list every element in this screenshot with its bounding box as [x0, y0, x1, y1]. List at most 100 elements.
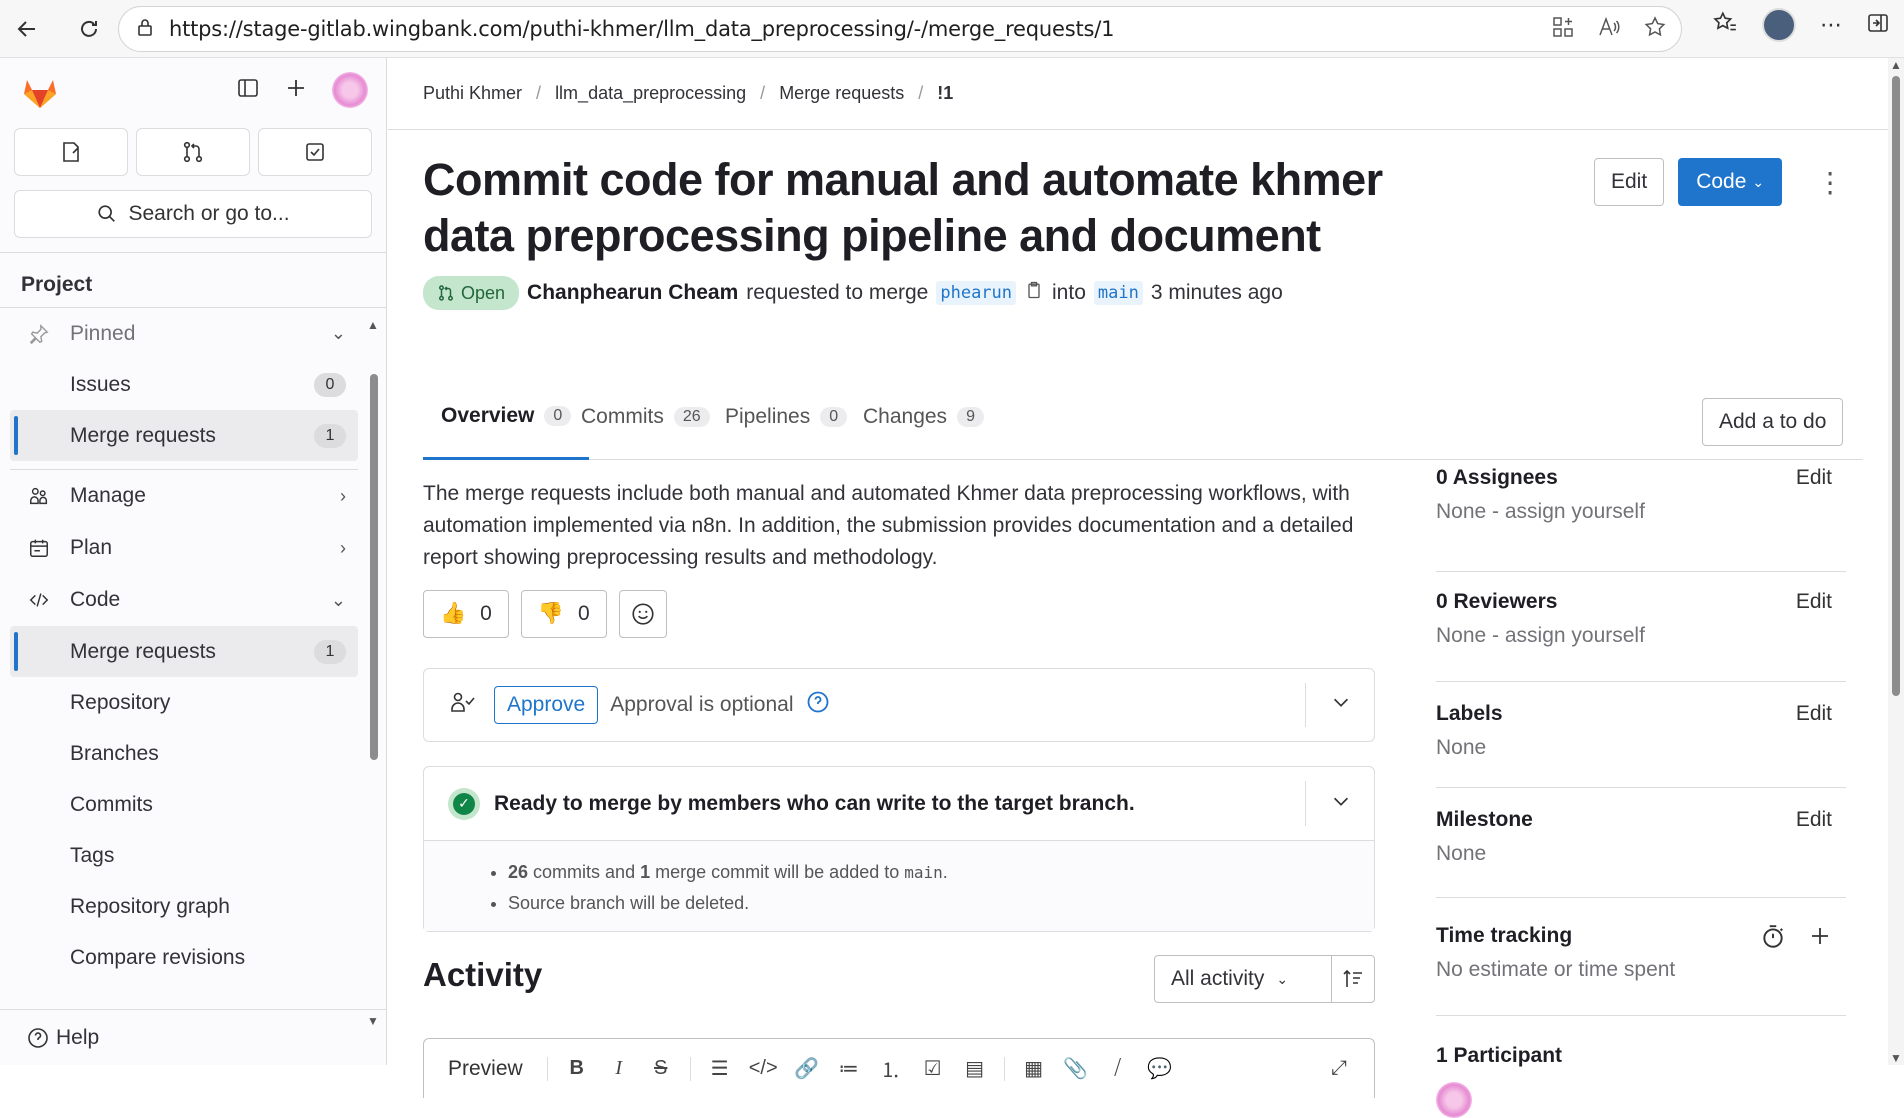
attach-file-icon[interactable]: 📎 — [1063, 1056, 1089, 1081]
bold-icon[interactable]: B — [564, 1057, 590, 1080]
sidebar-item-repository-graph[interactable]: Repository graph — [0, 881, 358, 932]
assignees-value[interactable]: None - assign yourself — [1436, 500, 1846, 524]
breadcrumb-mr-id[interactable]: !1 — [937, 83, 953, 104]
more-menu-icon[interactable]: ⋯ — [1820, 12, 1842, 38]
approve-button[interactable]: Approve — [494, 686, 599, 724]
labels-edit-button[interactable]: Edit — [1796, 702, 1832, 726]
task-list-icon[interactable]: ☑ — [920, 1056, 946, 1081]
link-icon[interactable]: 🔗 — [794, 1056, 820, 1081]
strikethrough-icon[interactable]: S — [648, 1057, 674, 1080]
sidebar-item-label: Branches — [70, 741, 159, 765]
read-aloud-icon[interactable] — [1597, 15, 1621, 44]
milestone-edit-button[interactable]: Edit — [1796, 808, 1832, 832]
sidebar-item-issues[interactable]: Issues 0 — [0, 359, 358, 410]
more-actions-icon[interactable]: ⋮ — [1816, 166, 1844, 199]
issues-count-badge: 0 — [314, 372, 346, 397]
author-name[interactable]: Chanphearun Cheam — [527, 281, 738, 305]
participant-avatar[interactable] — [1436, 1082, 1472, 1118]
collapse-sidebar-icon[interactable] — [236, 76, 260, 105]
sidebar-item-code[interactable]: Code ⌄ — [0, 574, 386, 626]
tab-label: Overview — [441, 403, 535, 427]
sidebar-item-repository[interactable]: Repository — [0, 677, 358, 728]
sidebar-item-merge-requests-pinned[interactable]: Merge requests 1 — [10, 410, 358, 461]
sidebar-item-branches[interactable]: Branches — [0, 728, 358, 779]
todo-shortcut-button[interactable] — [258, 128, 372, 176]
help-icon[interactable] — [806, 690, 830, 720]
profile-avatar[interactable] — [1762, 8, 1796, 42]
breadcrumb-group[interactable]: Puthi Khmer — [423, 83, 522, 104]
thumbs-up-button[interactable]: 👍 0 — [423, 590, 509, 638]
sidebar-scroll-thumb[interactable] — [370, 374, 378, 760]
favorite-star-icon[interactable] — [1643, 15, 1667, 44]
page-scrollbar[interactable]: ▲ ▼ — [1888, 58, 1904, 1065]
scroll-up-arrow-icon[interactable]: ▲ — [367, 318, 379, 332]
help-button[interactable]: Help — [0, 1009, 386, 1065]
sort-order-button[interactable] — [1331, 955, 1375, 1003]
breadcrumb-merge-requests[interactable]: Merge requests — [779, 83, 904, 104]
stopwatch-icon[interactable] — [1760, 924, 1786, 955]
pin-icon — [28, 323, 52, 345]
fullscreen-icon[interactable]: ⤢ — [1326, 1057, 1352, 1080]
gitlab-logo-icon[interactable] — [20, 72, 60, 112]
breadcrumb-project[interactable]: llm_data_preprocessing — [555, 83, 746, 104]
add-reaction-button[interactable] — [618, 590, 667, 638]
code-icon[interactable]: </> — [749, 1057, 778, 1080]
target-branch[interactable]: main — [1093, 281, 1143, 305]
lock-icon — [135, 17, 155, 42]
thumbs-down-button[interactable]: 👎 0 — [520, 590, 607, 638]
add-time-icon[interactable] — [1808, 924, 1832, 953]
slash-command-icon[interactable]: ⧸ — [1105, 1057, 1131, 1080]
sidebar-item-commits[interactable]: Commits — [0, 779, 358, 830]
preview-tab[interactable]: Preview — [448, 1057, 523, 1081]
assignees-edit-button[interactable]: Edit — [1796, 466, 1832, 490]
source-branch[interactable]: phearun — [936, 281, 1017, 305]
sidebar-scrollbar[interactable]: ▲ ▼ — [366, 318, 380, 1028]
tab-count: 0 — [820, 407, 848, 427]
code-dropdown-button[interactable]: Code ⌄ — [1678, 158, 1783, 206]
add-todo-button[interactable]: Add a to do — [1702, 398, 1844, 446]
create-new-icon[interactable] — [284, 76, 308, 105]
pinned-toggle[interactable]: Pinned ⌄ — [0, 307, 386, 359]
requested-text: requested to merge — [746, 281, 929, 304]
back-icon[interactable] — [8, 10, 46, 48]
milestone-title: Milestone — [1436, 808, 1533, 831]
sidebar-item-compare-revisions[interactable]: Compare revisions — [0, 932, 358, 983]
page-scroll-thumb[interactable] — [1892, 76, 1900, 696]
issues-shortcut-button[interactable] — [14, 128, 128, 176]
labels-value: None — [1436, 736, 1487, 759]
sidebar-item-plan[interactable]: Plan › — [0, 522, 386, 574]
issues-icon — [63, 142, 79, 162]
collapsible-icon[interactable]: ▤ — [962, 1056, 988, 1081]
numbered-list-icon[interactable]: ⒈ — [878, 1054, 904, 1083]
quote-icon[interactable]: ☰ — [707, 1056, 733, 1081]
sidebar-item-manage[interactable]: Manage › — [0, 470, 386, 522]
scroll-down-arrow-icon[interactable]: ▼ — [1890, 1051, 1902, 1065]
toolbar-separator — [689, 1056, 691, 1081]
reviewers-value[interactable]: None - assign yourself — [1436, 624, 1846, 648]
chevron-down-icon[interactable] — [1330, 790, 1352, 818]
favorites-icon[interactable] — [1712, 10, 1738, 41]
sidebar-item-tags[interactable]: Tags — [0, 830, 358, 881]
merge-requests-shortcut-button[interactable] — [136, 128, 250, 176]
table-icon[interactable]: ▦ — [1021, 1056, 1047, 1081]
bullet-list-icon[interactable]: ≔ — [836, 1056, 862, 1081]
edit-button[interactable]: Edit — [1594, 158, 1665, 206]
address-bar[interactable]: https://stage-gitlab.wingbank.com/puthi-… — [118, 6, 1682, 52]
sidebar-item-merge-requests[interactable]: Merge requests 1 — [10, 626, 358, 677]
scroll-up-arrow-icon[interactable]: ▲ — [1890, 58, 1902, 72]
tab-pipelines[interactable]: Pipelines 0 — [707, 374, 865, 460]
tab-changes[interactable]: Changes 9 — [845, 374, 1002, 460]
comment-template-icon[interactable]: 💬 — [1147, 1056, 1173, 1081]
user-avatar[interactable] — [332, 72, 368, 108]
tab-commits[interactable]: Commits 26 — [563, 374, 728, 460]
copy-branch-icon[interactable] — [1024, 280, 1044, 306]
activity-filter-dropdown[interactable]: All activity ⌄ — [1154, 955, 1336, 1003]
italic-icon[interactable]: I — [606, 1057, 632, 1080]
reviewers-edit-button[interactable]: Edit — [1796, 590, 1832, 614]
help-label: Help — [56, 1025, 100, 1049]
chevron-down-icon[interactable] — [1330, 691, 1352, 719]
sidebar-toggle-icon[interactable] — [1866, 11, 1890, 40]
search-input[interactable]: Search or go to... — [14, 190, 372, 238]
reload-icon[interactable] — [70, 10, 108, 48]
apps-icon[interactable] — [1551, 15, 1575, 44]
